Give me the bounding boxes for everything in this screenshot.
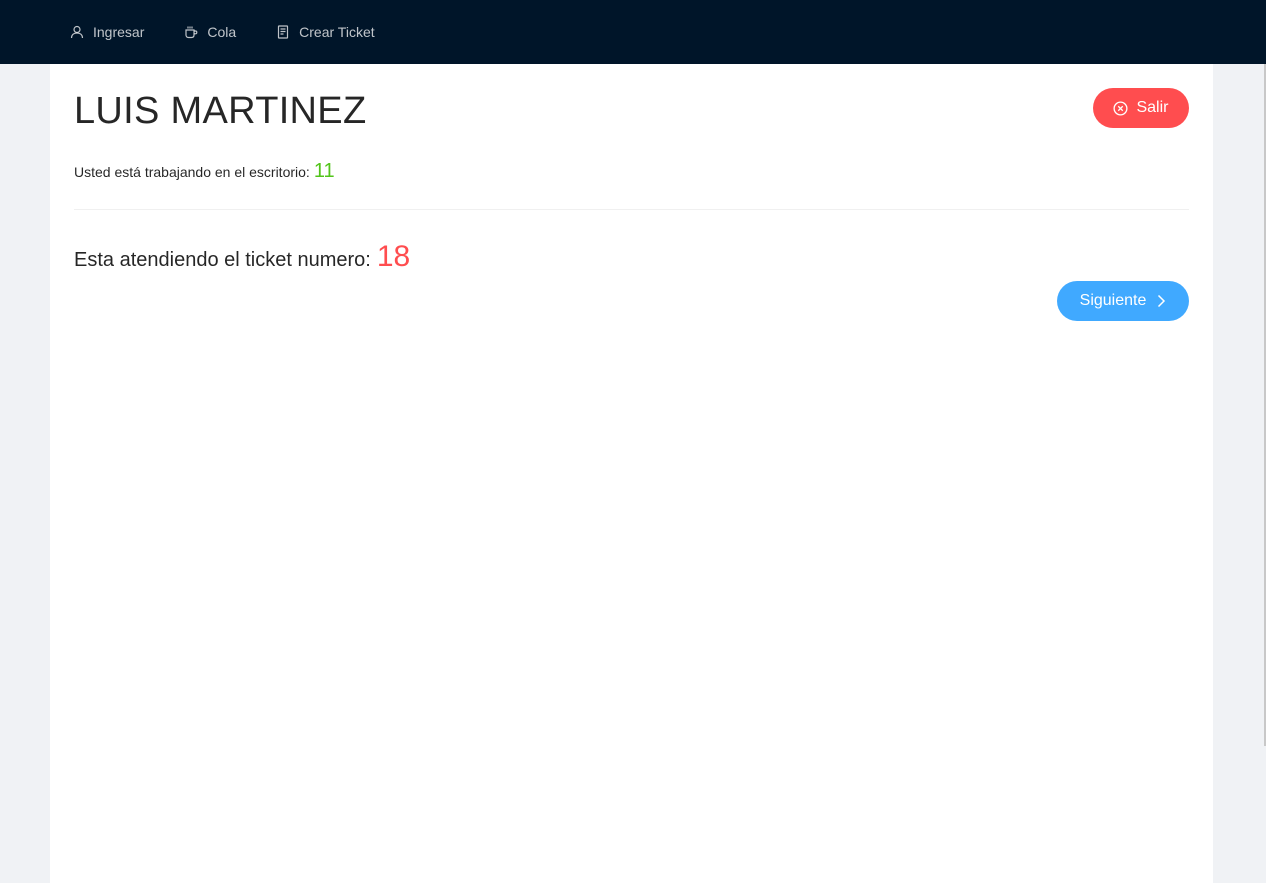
nav-item-crear-ticket[interactable]: Crear Ticket xyxy=(256,0,394,64)
exit-button-label: Salir xyxy=(1136,99,1169,116)
ticket-info: Esta atendiendo el ticket numero: 18 xyxy=(74,240,410,274)
nav-item-label: Crear Ticket xyxy=(299,24,375,40)
nav-menu: Ingresar Cola Crear Ticket xyxy=(50,0,395,64)
divider xyxy=(74,209,1189,210)
desk-number: 11 xyxy=(313,160,335,182)
nav-item-label: Cola xyxy=(207,24,237,40)
user-icon xyxy=(70,25,84,39)
exit-button[interactable]: Salir xyxy=(1093,88,1189,128)
ticket-info-text: Esta atendiendo el ticket numero: xyxy=(74,249,371,271)
next-button-label: Siguiente xyxy=(1079,292,1147,309)
agent-name-title: LUIS MARTINEZ xyxy=(74,90,367,132)
nav-item-cola[interactable]: Cola xyxy=(164,0,256,64)
file-text-icon xyxy=(278,25,289,39)
cup-icon xyxy=(185,26,198,39)
nav-item-ingresar[interactable]: Ingresar xyxy=(50,0,164,64)
nav-item-label: Ingresar xyxy=(93,24,145,40)
next-button[interactable]: Siguiente xyxy=(1057,281,1189,321)
chevron-right-icon xyxy=(1158,294,1166,308)
main-content: LUIS MARTINEZ Salir Usted está trabajand… xyxy=(50,64,1213,883)
desk-info-text: Usted está trabajando en el escritorio: xyxy=(74,164,310,180)
top-navigation-bar: Ingresar Cola Crear Ticket xyxy=(0,0,1266,64)
ticket-number: 18 xyxy=(376,240,411,273)
close-circle-icon xyxy=(1113,100,1129,116)
desk-info: Usted está trabajando en el escritorio: … xyxy=(74,160,335,183)
